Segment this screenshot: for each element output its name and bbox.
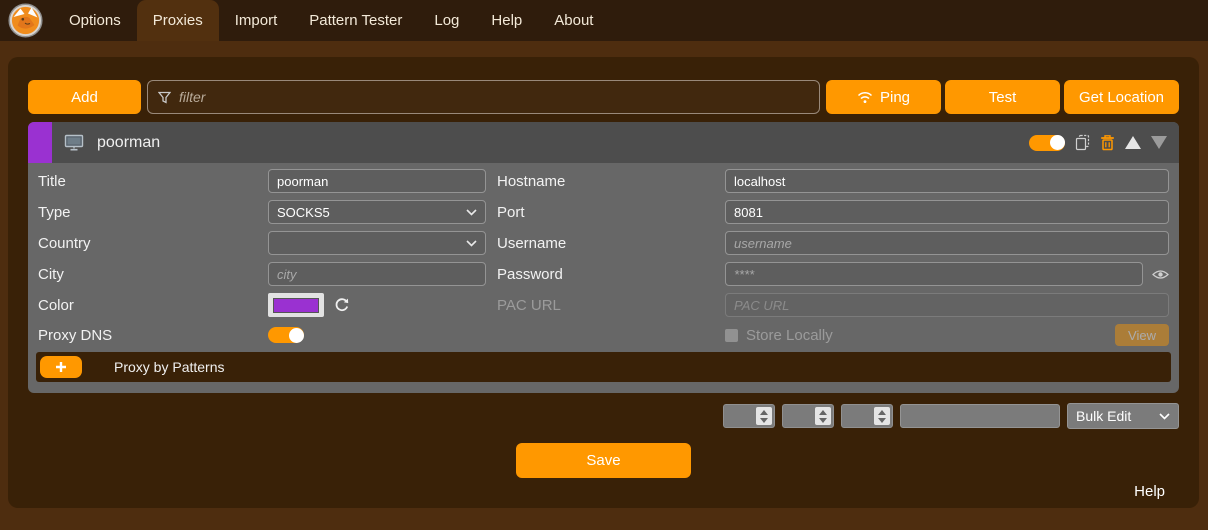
stepper-spin-buttons[interactable] bbox=[756, 407, 772, 425]
foxyproxy-logo bbox=[0, 0, 53, 41]
chevron-down-icon bbox=[466, 209, 477, 216]
proxy-color-strip bbox=[28, 122, 52, 163]
chevron-down-icon bbox=[1159, 413, 1170, 420]
spin-up-icon bbox=[819, 410, 827, 415]
patterns-section-label: Proxy by Patterns bbox=[114, 359, 225, 375]
add-pattern-button[interactable] bbox=[40, 356, 82, 378]
tab-proxies[interactable]: Proxies bbox=[137, 0, 219, 41]
patterns-bar: Proxy by Patterns bbox=[36, 352, 1171, 382]
title-input[interactable] bbox=[268, 169, 486, 193]
bulk-edit-select-value: Bulk Edit bbox=[1076, 408, 1159, 424]
stepper-spin-buttons[interactable] bbox=[874, 407, 890, 425]
spin-down-icon bbox=[878, 418, 886, 423]
save-row: Save bbox=[28, 443, 1179, 478]
filter-funnel-icon bbox=[158, 91, 171, 104]
proxy-form: Title Hostname Type SOCKS5 Port Country … bbox=[28, 163, 1179, 346]
delete-icon[interactable] bbox=[1100, 134, 1115, 151]
tab-help[interactable]: Help bbox=[475, 0, 538, 41]
pac-url-label: PAC URL bbox=[486, 297, 725, 314]
save-button[interactable]: Save bbox=[516, 443, 691, 478]
help-row: Help bbox=[28, 483, 1179, 501]
proxy-header-actions bbox=[1029, 134, 1179, 151]
spin-down-icon bbox=[819, 418, 827, 423]
tab-about[interactable]: About bbox=[538, 0, 609, 41]
tab-options[interactable]: Options bbox=[53, 0, 137, 41]
wifi-icon bbox=[857, 91, 873, 104]
monitor-icon bbox=[64, 134, 84, 151]
type-select[interactable]: SOCKS5 bbox=[268, 200, 486, 224]
proxies-toolbar: Add Ping Test Get Location bbox=[28, 80, 1179, 114]
tab-log[interactable]: Log bbox=[418, 0, 475, 41]
password-label: Password bbox=[486, 266, 725, 283]
color-swatch[interactable] bbox=[268, 293, 324, 317]
username-input[interactable] bbox=[725, 231, 1169, 255]
proxies-panel: Add Ping Test Get Location bbox=[8, 57, 1199, 508]
ping-button[interactable]: Ping bbox=[826, 80, 941, 114]
spin-down-icon bbox=[760, 418, 768, 423]
title-label: Title bbox=[38, 173, 268, 190]
port-input[interactable] bbox=[725, 200, 1169, 224]
help-link[interactable]: Help bbox=[1134, 483, 1165, 500]
number-stepper-2-input[interactable] bbox=[783, 405, 813, 427]
spin-up-icon bbox=[760, 410, 768, 415]
number-stepper-1 bbox=[723, 404, 775, 428]
country-label: Country bbox=[38, 235, 268, 252]
get-location-button[interactable]: Get Location bbox=[1064, 80, 1179, 114]
plus-icon bbox=[54, 360, 68, 374]
number-stepper-3-input[interactable] bbox=[842, 405, 872, 427]
store-locally-field: Store Locally View bbox=[725, 324, 1169, 346]
proxy-title: poorman bbox=[97, 134, 160, 152]
type-select-value: SOCKS5 bbox=[277, 205, 466, 220]
color-swatch-fill bbox=[273, 298, 319, 313]
type-label: Type bbox=[38, 204, 268, 221]
move-down-icon[interactable] bbox=[1151, 136, 1167, 149]
chevron-down-icon bbox=[466, 240, 477, 247]
country-select[interactable] bbox=[268, 231, 486, 255]
tab-import[interactable]: Import bbox=[219, 0, 294, 41]
test-button[interactable]: Test bbox=[945, 80, 1060, 114]
bulk-edit-select[interactable]: Bulk Edit bbox=[1067, 403, 1179, 429]
proxy-dns-field bbox=[268, 327, 486, 343]
stepper-spin-buttons[interactable] bbox=[815, 407, 831, 425]
reset-color-icon[interactable] bbox=[334, 297, 350, 313]
foxyproxy-fox-icon bbox=[8, 3, 43, 38]
bulk-controls: Bulk Edit bbox=[28, 403, 1179, 429]
duplicate-icon[interactable] bbox=[1075, 134, 1090, 151]
proxy-dns-label: Proxy DNS bbox=[38, 327, 268, 344]
filter-input[interactable] bbox=[179, 89, 809, 105]
proxy-card: poorman Title Hostna bbox=[28, 122, 1179, 393]
top-nav: Options Proxies Import Pattern Tester Lo… bbox=[0, 0, 1208, 41]
add-button[interactable]: Add bbox=[28, 80, 141, 114]
color-label: Color bbox=[38, 297, 268, 314]
view-pac-button: View bbox=[1115, 324, 1169, 346]
number-stepper-1-input[interactable] bbox=[724, 405, 754, 427]
toggle-knob bbox=[289, 328, 304, 343]
number-stepper-2 bbox=[782, 404, 834, 428]
city-input[interactable] bbox=[268, 262, 486, 286]
spin-up-icon bbox=[878, 410, 886, 415]
move-up-icon[interactable] bbox=[1125, 136, 1141, 149]
hostname-input[interactable] bbox=[725, 169, 1169, 193]
proxy-card-header: poorman bbox=[28, 122, 1179, 163]
port-label: Port bbox=[486, 204, 725, 221]
proxy-enabled-toggle[interactable] bbox=[1029, 135, 1065, 151]
password-input[interactable] bbox=[725, 262, 1143, 286]
eye-icon[interactable] bbox=[1152, 269, 1169, 280]
store-locally-checkbox bbox=[725, 329, 738, 342]
ping-label: Ping bbox=[880, 89, 910, 106]
password-field bbox=[725, 262, 1169, 286]
filter-field bbox=[147, 80, 820, 114]
bulk-text-input[interactable] bbox=[900, 404, 1060, 428]
store-locally-label: Store Locally bbox=[746, 327, 833, 344]
hostname-label: Hostname bbox=[486, 173, 725, 190]
city-label: City bbox=[38, 266, 268, 283]
username-label: Username bbox=[486, 235, 725, 252]
pac-url-input bbox=[725, 293, 1169, 317]
number-stepper-3 bbox=[841, 404, 893, 428]
toggle-knob bbox=[1050, 135, 1065, 150]
tab-pattern-tester[interactable]: Pattern Tester bbox=[293, 0, 418, 41]
color-field bbox=[268, 293, 486, 317]
proxy-dns-toggle[interactable] bbox=[268, 327, 304, 343]
